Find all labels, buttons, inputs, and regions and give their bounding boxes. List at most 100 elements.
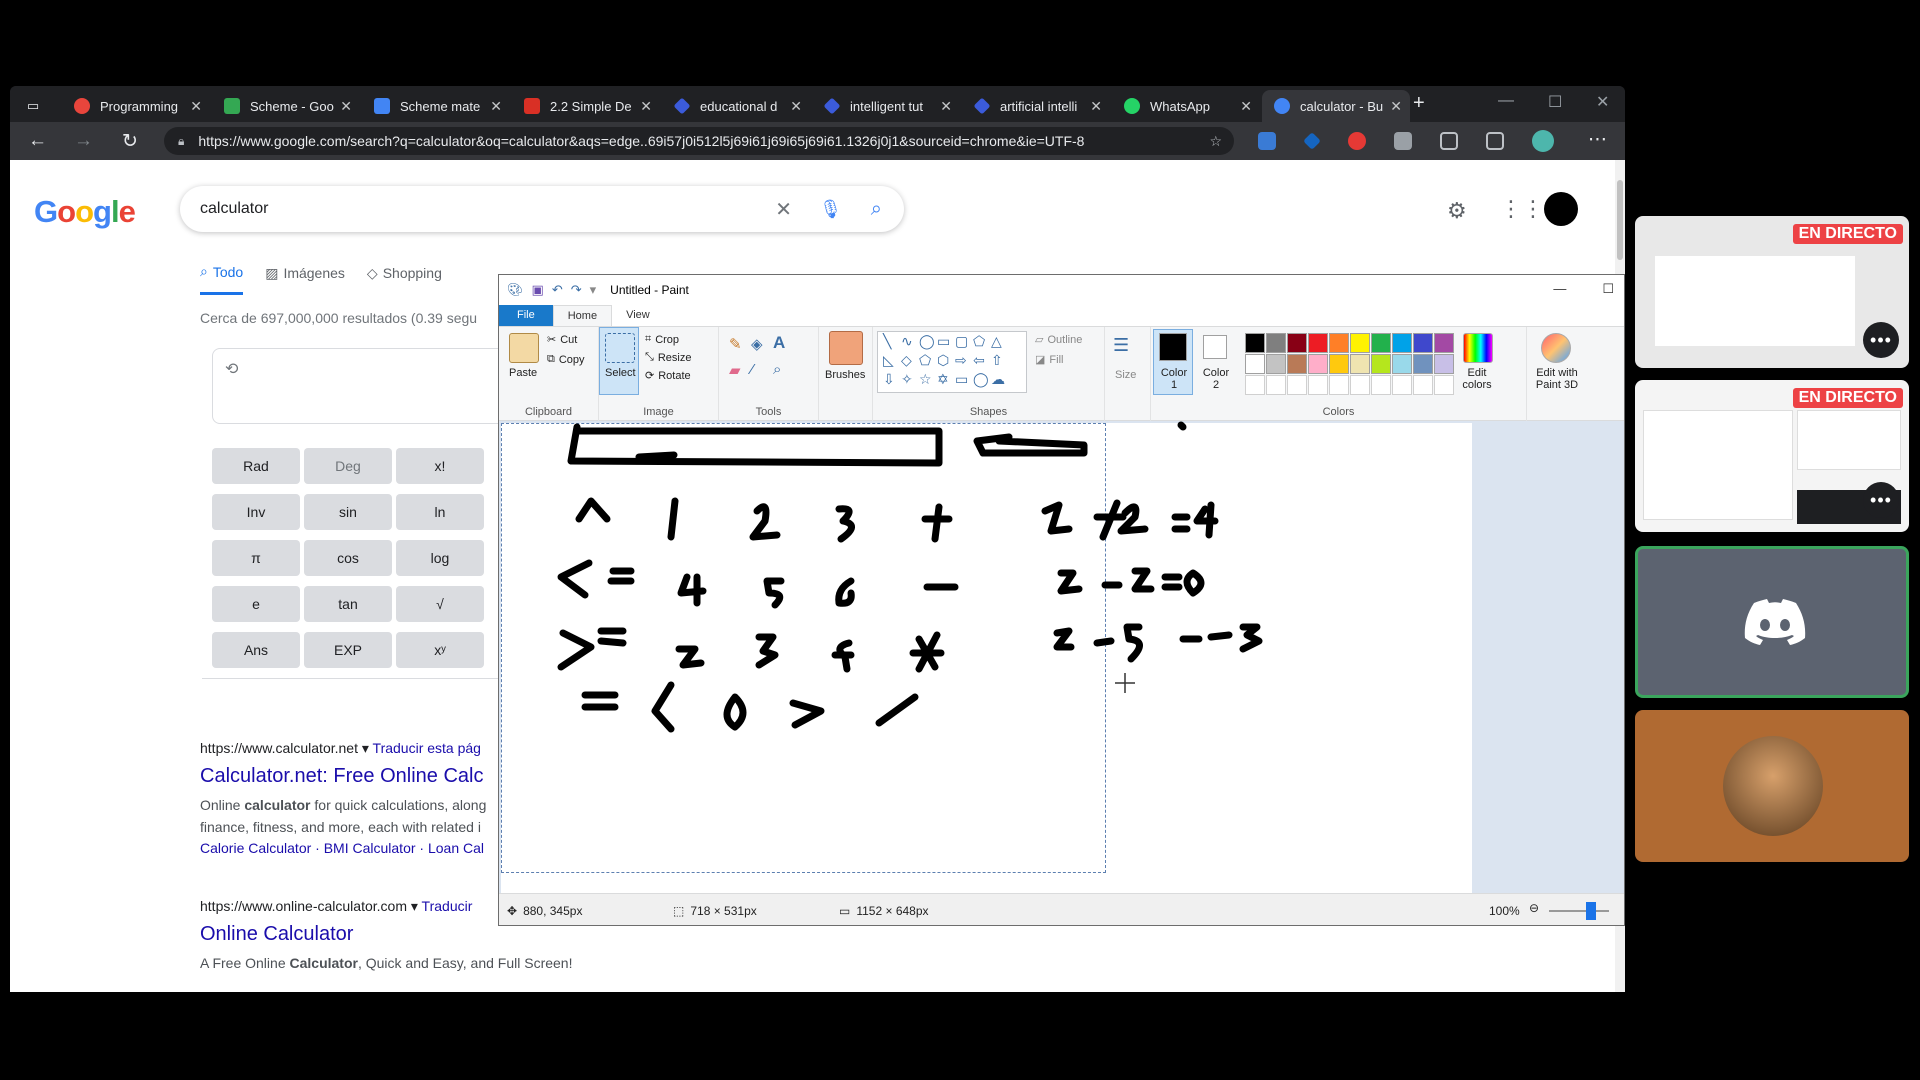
close-window-icon[interactable]: ✕ bbox=[1596, 92, 1609, 112]
history-icon[interactable]: ⟲ bbox=[225, 359, 238, 379]
tab-home[interactable]: Home bbox=[552, 305, 613, 326]
palette-empty-swatch[interactable] bbox=[1245, 375, 1265, 395]
back-icon[interactable]: ← bbox=[28, 130, 47, 152]
color2-swatch[interactable] bbox=[1203, 335, 1227, 359]
calc-key-inv[interactable]: Inv bbox=[212, 494, 300, 530]
extension-icon[interactable] bbox=[1348, 132, 1366, 150]
favorite-star-icon[interactable]: ☆ bbox=[1209, 133, 1222, 150]
paint3d-icon[interactable] bbox=[1541, 333, 1571, 363]
microphone-icon[interactable]: 🎙︎ bbox=[819, 199, 842, 220]
close-icon[interactable]: ✕ bbox=[1090, 98, 1102, 115]
close-icon[interactable]: ✕ bbox=[940, 98, 952, 115]
palette-swatch[interactable] bbox=[1413, 354, 1433, 374]
tab-view[interactable]: View bbox=[612, 305, 664, 326]
more-options-icon[interactable]: ••• bbox=[1863, 322, 1899, 358]
forward-icon[interactable]: → bbox=[74, 130, 93, 152]
calc-key-pi[interactable]: π bbox=[212, 540, 300, 576]
resize-button[interactable]: ⤡ Resize bbox=[645, 351, 691, 364]
palette-swatch[interactable] bbox=[1413, 333, 1433, 353]
eraser-icon[interactable]: ▰ bbox=[729, 361, 741, 379]
reload-icon[interactable]: ↻ bbox=[122, 130, 138, 153]
calc-key-factorial[interactable]: x! bbox=[396, 448, 484, 484]
tab-whatsapp[interactable]: WhatsApp ✕ bbox=[1112, 90, 1260, 122]
stream-tile-2[interactable]: EN DIRECTO ••• bbox=[1635, 380, 1909, 532]
extension-icon[interactable] bbox=[1394, 132, 1412, 150]
palette-swatch[interactable] bbox=[1287, 333, 1307, 353]
discord-participant-tile[interactable] bbox=[1635, 546, 1909, 698]
palette-swatch[interactable] bbox=[1308, 333, 1328, 353]
dropdown-caret-icon[interactable]: ▾ bbox=[411, 898, 418, 914]
calc-key-log[interactable]: log bbox=[396, 540, 484, 576]
rotate-button[interactable]: ⟳ Rotate bbox=[645, 369, 691, 383]
calc-key-sin[interactable]: sin bbox=[304, 494, 392, 530]
tab-artificial[interactable]: artificial intelli ✕ bbox=[962, 90, 1110, 122]
arrow-left-icon[interactable]: ⇦ bbox=[973, 352, 985, 369]
palette-swatch[interactable] bbox=[1245, 333, 1265, 353]
close-icon[interactable]: ✕ bbox=[490, 98, 502, 115]
star4-shape-icon[interactable]: ✧ bbox=[901, 371, 913, 388]
arrow-right-icon[interactable]: ⇨ bbox=[955, 352, 967, 369]
result-sitelinks[interactable]: Calorie Calculator · BMI Calculator · Lo… bbox=[200, 840, 486, 856]
paste-button[interactable]: Paste bbox=[509, 367, 537, 379]
save-icon[interactable]: ▣ bbox=[532, 282, 544, 298]
arrow-down-icon[interactable]: ⇩ bbox=[883, 371, 895, 388]
palette-swatch[interactable] bbox=[1308, 354, 1328, 374]
fill-button[interactable]: ◪ Fill bbox=[1035, 353, 1063, 367]
outline-button[interactable]: ▱ Outline bbox=[1035, 333, 1082, 347]
copy-button[interactable]: ⧉ Copy bbox=[547, 353, 585, 366]
tab-scheme-google[interactable]: Scheme - Goo ✕ bbox=[212, 90, 360, 122]
zoom-slider[interactable] bbox=[1549, 910, 1609, 912]
text-tool-icon[interactable]: A bbox=[773, 333, 785, 353]
translate-link[interactable]: Traducir bbox=[422, 898, 473, 914]
result-title-link[interactable]: Online Calculator bbox=[200, 923, 572, 946]
crop-button[interactable]: ⌗ Crop bbox=[645, 333, 679, 346]
translate-link[interactable]: Traducir esta pág bbox=[373, 740, 481, 756]
search-icon[interactable]: ⌕ bbox=[871, 198, 882, 221]
tab-scheme-mate[interactable]: Scheme mate ✕ bbox=[362, 90, 510, 122]
palette-swatch[interactable] bbox=[1371, 354, 1391, 374]
calc-key-exp[interactable]: EXP bbox=[304, 632, 392, 668]
redo-icon[interactable]: ↷ bbox=[571, 282, 582, 298]
palette-empty-swatch[interactable] bbox=[1434, 375, 1454, 395]
brush-icon[interactable] bbox=[829, 331, 863, 365]
extensions-puzzle-icon[interactable] bbox=[1440, 132, 1458, 150]
tab-calculator[interactable]: calculator - Bu ✕ bbox=[1262, 90, 1410, 122]
calc-key-deg[interactable]: Deg bbox=[304, 448, 392, 484]
pencil-icon[interactable]: ✎ bbox=[729, 335, 742, 353]
tab-images[interactable]: ▨ Imágenes bbox=[265, 263, 345, 295]
tab-simple-de[interactable]: 2.2 Simple De ✕ bbox=[512, 90, 660, 122]
result-url[interactable]: https://www.calculator.net bbox=[200, 740, 358, 756]
tab-educational[interactable]: educational d ✕ bbox=[662, 90, 810, 122]
close-icon[interactable]: ✕ bbox=[640, 98, 652, 115]
brushes-button[interactable]: Brushes bbox=[825, 369, 865, 381]
star5-shape-icon[interactable]: ☆ bbox=[919, 371, 932, 388]
calc-key-ln[interactable]: ln bbox=[396, 494, 484, 530]
callout-cloud-icon[interactable]: ☁ bbox=[991, 371, 1005, 388]
calc-key-power[interactable]: xʸ bbox=[396, 632, 484, 668]
rounded-rectangle-icon[interactable]: ▢ bbox=[955, 333, 968, 350]
close-icon[interactable]: ✕ bbox=[190, 98, 202, 115]
new-tab-icon[interactable]: + bbox=[1413, 92, 1425, 115]
palette-swatch[interactable] bbox=[1287, 354, 1307, 374]
maximize-icon[interactable]: ☐ bbox=[1602, 281, 1614, 297]
palette-swatch[interactable] bbox=[1350, 354, 1370, 374]
fill-bucket-icon[interactable]: ◈ bbox=[751, 335, 763, 353]
tab-actions-icon[interactable]: ▭ bbox=[18, 90, 48, 122]
edit-colors-button[interactable]: Edit colors bbox=[1457, 367, 1497, 391]
zoom-out-icon[interactable]: ⊖ bbox=[1529, 901, 1539, 915]
palette-swatch[interactable] bbox=[1350, 333, 1370, 353]
palette-swatch[interactable] bbox=[1392, 354, 1412, 374]
line-shape-icon[interactable]: ╲ bbox=[883, 333, 891, 350]
callout-rect-icon[interactable]: ▭ bbox=[955, 371, 968, 388]
settings-gear-icon[interactable]: ⚙ bbox=[1447, 198, 1467, 224]
zoom-slider-thumb[interactable] bbox=[1586, 902, 1596, 920]
minimize-icon[interactable]: — bbox=[1553, 281, 1566, 297]
profile-avatar[interactable] bbox=[1532, 130, 1554, 152]
undo-icon[interactable]: ↶ bbox=[552, 282, 563, 298]
palette-empty-swatch[interactable] bbox=[1350, 375, 1370, 395]
paste-icon[interactable] bbox=[509, 333, 539, 363]
right-triangle-icon[interactable]: ◺ bbox=[883, 352, 894, 369]
palette-swatch[interactable] bbox=[1266, 354, 1286, 374]
palette-swatch[interactable] bbox=[1266, 333, 1286, 353]
curve-shape-icon[interactable]: ∿ bbox=[901, 333, 913, 350]
